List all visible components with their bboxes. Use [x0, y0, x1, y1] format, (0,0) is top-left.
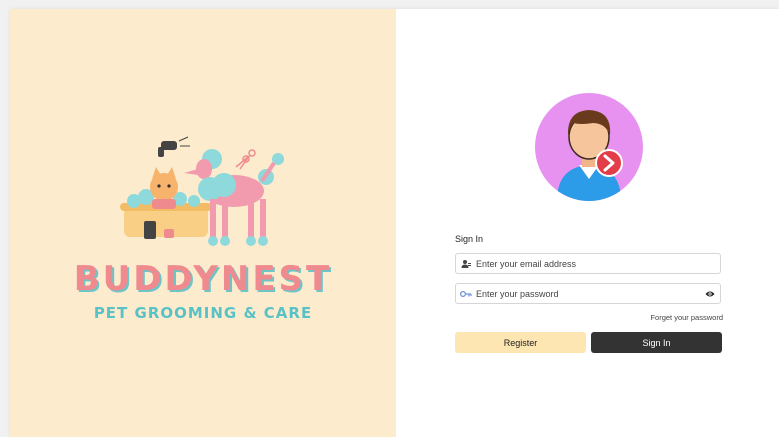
- login-card: BUDDYNEST PET GROOMING & CARE Sign In En…: [10, 9, 779, 437]
- register-button[interactable]: Register: [455, 332, 586, 353]
- user-card-icon: [456, 259, 476, 269]
- hair-dryer-icon: [158, 136, 190, 157]
- password-input[interactable]: [476, 288, 700, 299]
- cat-icon: [150, 167, 178, 209]
- eye-icon[interactable]: [700, 290, 720, 298]
- scissors-icon: [235, 149, 256, 170]
- brand-tagline: PET GROOMING & CARE: [93, 304, 313, 322]
- shampoo-bottle-icon: [144, 221, 156, 239]
- brand-panel: BUDDYNEST PET GROOMING & CARE: [10, 9, 396, 437]
- brand-name: BUDDYNEST: [73, 259, 333, 299]
- signin-title: Sign In: [455, 234, 484, 244]
- email-input[interactable]: [476, 258, 720, 269]
- user-sign-in-avatar-icon: [535, 93, 643, 201]
- pet-grooming-illustration: [120, 136, 284, 246]
- key-icon: [456, 289, 476, 299]
- forgot-password-link[interactable]: Forget your password: [650, 313, 723, 322]
- email-field[interactable]: [455, 253, 721, 274]
- signin-button[interactable]: Sign In: [591, 332, 722, 353]
- signin-panel: Sign In Enter your email address Forget …: [396, 9, 779, 437]
- password-field[interactable]: [455, 283, 721, 304]
